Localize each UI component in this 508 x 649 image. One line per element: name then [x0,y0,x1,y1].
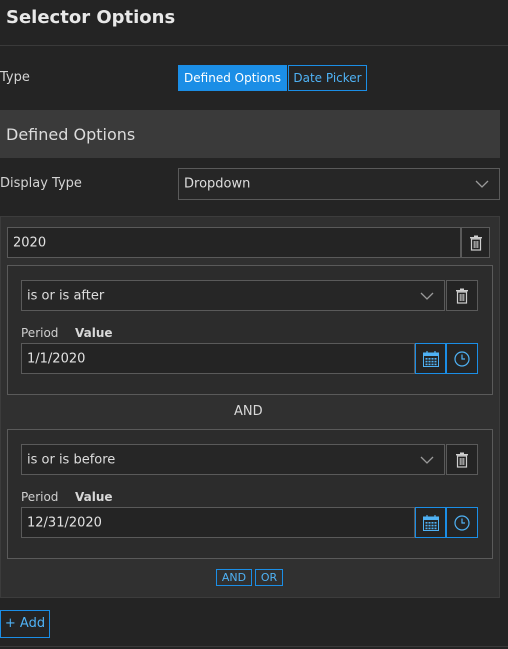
trash-icon [456,452,468,468]
chevron-down-icon [420,292,434,300]
calendar-button-2[interactable] [415,507,446,538]
type-label: Type [0,70,30,85]
option-name-input[interactable]: 2020 [7,227,461,258]
operator-select-1[interactable]: is or is after [21,280,445,311]
date-input-1[interactable]: 1/1/2020 [21,343,415,374]
operator-value-1: is or is after [27,288,105,303]
operator-value-2: is or is before [27,452,116,467]
calendar-icon [422,350,439,367]
header-divider [0,45,508,46]
trash-icon [456,288,468,304]
and-button[interactable]: AND [216,569,252,586]
time-button-2[interactable] [446,507,478,538]
defined-options-tab[interactable]: Defined Options [178,65,287,91]
chevron-down-icon [475,180,489,188]
period-tab-2[interactable]: Period [21,489,58,505]
delete-option-button[interactable] [461,227,490,258]
value-tab-1[interactable]: Value [75,325,113,341]
option-name-value: 2020 [13,235,47,250]
trash-icon [469,235,482,251]
clock-icon [454,350,470,367]
footer-divider [0,646,508,647]
calendar-button-1[interactable] [415,343,446,374]
date-value-2: 12/31/2020 [27,515,102,530]
date-input-2[interactable]: 12/31/2020 [21,507,415,538]
display-type-value: Dropdown [184,176,251,192]
delete-clause-button-2[interactable] [446,444,478,475]
calendar-icon [422,514,439,531]
date-picker-tab[interactable]: Date Picker [288,65,367,91]
section-title: Defined Options [6,125,136,144]
add-button[interactable]: + Add [0,610,50,638]
time-button-1[interactable] [446,343,478,374]
date-value-1: 1/1/2020 [27,351,86,366]
display-type-label: Display Type [0,176,82,191]
display-type-select[interactable]: Dropdown [178,168,500,200]
period-tab-1[interactable]: Period [21,325,58,341]
delete-clause-button-1[interactable] [446,280,478,311]
or-button[interactable]: OR [255,569,283,586]
clock-icon [454,514,470,531]
connector-label: AND [234,404,263,419]
page-title: Selector Options [6,7,176,28]
value-tab-2[interactable]: Value [75,489,113,505]
operator-select-2[interactable]: is or is before [21,444,445,475]
chevron-down-icon [420,456,434,464]
